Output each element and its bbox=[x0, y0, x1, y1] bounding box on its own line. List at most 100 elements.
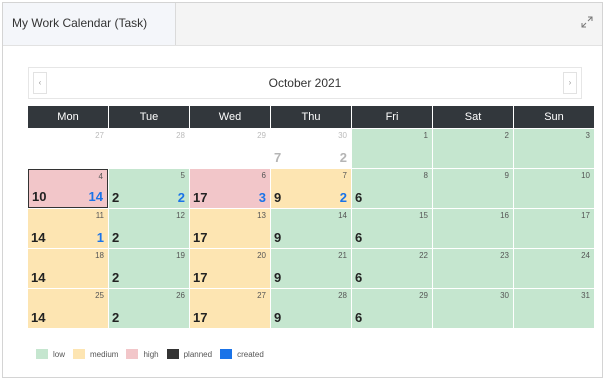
day-number: 8 bbox=[423, 171, 428, 180]
calendar-day[interactable]: 5 2 2 bbox=[109, 169, 189, 208]
legend-item: created bbox=[220, 349, 264, 359]
calendar-day[interactable]: 17 bbox=[514, 209, 594, 248]
calendar-day[interactable]: 10 bbox=[514, 169, 594, 208]
calendar-day[interactable]: 2 bbox=[433, 129, 513, 168]
calendar-day[interactable]: 15 6 bbox=[352, 209, 432, 248]
day-number: 16 bbox=[500, 211, 509, 220]
legend-swatch bbox=[166, 349, 179, 359]
calendar-day[interactable]: 21 9 bbox=[271, 249, 351, 288]
day-number: 4 bbox=[98, 172, 103, 181]
month-navigation: ‹ October 2021 › bbox=[28, 67, 582, 99]
calendar: ‹ October 2021 › Mon Tue Wed Thu Fri Sat Sun 27… bbox=[26, 67, 594, 328]
day-number: 10 bbox=[581, 171, 590, 180]
calendar-day[interactable]: 20 17 bbox=[190, 249, 270, 288]
calendar-day[interactable]: 30 7 2 bbox=[271, 129, 351, 168]
calendar-day[interactable]: 3 bbox=[514, 129, 594, 168]
legend-swatch bbox=[220, 349, 233, 359]
calendar-day[interactable]: 7 9 2 bbox=[271, 169, 351, 208]
day-number: 30 bbox=[338, 131, 347, 140]
calendar-day[interactable]: 1 bbox=[352, 129, 432, 168]
planned-count: 9 bbox=[274, 190, 282, 205]
calendar-day[interactable]: 23 bbox=[433, 249, 513, 288]
day-number: 23 bbox=[500, 251, 509, 260]
day-number: 13 bbox=[257, 211, 266, 220]
day-number: 28 bbox=[176, 131, 185, 140]
calendar-day[interactable]: 9 bbox=[433, 169, 513, 208]
planned-count: 6 bbox=[355, 190, 363, 205]
planned-count: 17 bbox=[193, 230, 208, 245]
created-count: 2 bbox=[339, 150, 347, 165]
calendar-grid: Mon Tue Wed Thu Fri Sat Sun 27 28 29 30 7 2 1 2 3 4 10 14 5… bbox=[28, 106, 594, 328]
calendar-day[interactable]: 26 2 bbox=[109, 289, 189, 328]
day-number: 18 bbox=[95, 251, 104, 260]
planned-count: 17 bbox=[193, 310, 208, 325]
widget-header: My Work Calendar (Task) bbox=[3, 3, 602, 46]
day-number: 17 bbox=[581, 211, 590, 220]
created-count: 2 bbox=[339, 190, 347, 205]
calendar-day[interactable]: 31 bbox=[514, 289, 594, 328]
calendar-day[interactable]: 14 9 bbox=[271, 209, 351, 248]
calendar-day[interactable]: 27 17 bbox=[190, 289, 270, 328]
planned-count: 9 bbox=[274, 270, 282, 285]
chevron-right-icon[interactable]: › bbox=[563, 72, 577, 94]
day-number: 2 bbox=[504, 131, 509, 140]
planned-count: 2 bbox=[112, 230, 120, 245]
calendar-day[interactable]: 30 bbox=[433, 289, 513, 328]
planned-count: 14 bbox=[31, 270, 46, 285]
calendar-day[interactable]: 19 2 bbox=[109, 249, 189, 288]
legend-label: created bbox=[237, 349, 264, 359]
weekday-header: Sat bbox=[433, 106, 513, 128]
calendar-day[interactable]: 18 14 bbox=[28, 249, 108, 288]
day-number: 7 bbox=[342, 171, 347, 180]
day-number: 11 bbox=[95, 211, 104, 220]
calendar-day[interactable]: 86 bbox=[352, 169, 432, 208]
calendar-day[interactable]: 12 2 bbox=[109, 209, 189, 248]
planned-count: 6 bbox=[355, 270, 363, 285]
weekday-header: Tue bbox=[109, 106, 189, 128]
calendar-day[interactable]: 16 bbox=[433, 209, 513, 248]
legend-label: high bbox=[143, 349, 159, 359]
day-number: 31 bbox=[581, 291, 590, 300]
planned-count: 10 bbox=[32, 189, 47, 204]
day-number: 22 bbox=[419, 251, 428, 260]
legend-swatch bbox=[73, 349, 86, 359]
created-count: 1 bbox=[96, 230, 104, 245]
calendar-day[interactable]: 28 bbox=[109, 129, 189, 168]
weekday-header: Wed bbox=[190, 106, 270, 128]
day-number: 28 bbox=[338, 291, 347, 300]
created-count: 2 bbox=[177, 190, 185, 205]
planned-count: 2 bbox=[112, 270, 120, 285]
weekday-header: Mon bbox=[28, 106, 108, 128]
calendar-day[interactable]: 29 bbox=[190, 129, 270, 168]
planned-count: 2 bbox=[112, 310, 120, 325]
legend-label: low bbox=[53, 349, 66, 359]
planned-count: 14 bbox=[31, 230, 46, 245]
calendar-day[interactable]: 28 9 bbox=[271, 289, 351, 328]
calendar-day[interactable]: 29 6 bbox=[352, 289, 432, 328]
day-number: 5 bbox=[180, 171, 185, 180]
created-count: 14 bbox=[88, 189, 103, 204]
calendar-day[interactable]: 11 14 1 bbox=[28, 209, 108, 248]
planned-count: 7 bbox=[274, 150, 282, 165]
expand-icon[interactable] bbox=[580, 15, 594, 29]
calendar-day[interactable]: 4 10 14 bbox=[28, 169, 108, 208]
calendar-day[interactable]: 13 17 bbox=[190, 209, 270, 248]
day-number: 27 bbox=[95, 131, 104, 140]
calendar-day[interactable]: 27 bbox=[28, 129, 108, 168]
created-count: 3 bbox=[258, 190, 266, 205]
legend-swatch bbox=[126, 349, 139, 359]
widget-title[interactable]: My Work Calendar (Task) bbox=[3, 3, 176, 45]
planned-count: 9 bbox=[274, 230, 282, 245]
day-number: 14 bbox=[338, 211, 347, 220]
planned-count: 6 bbox=[355, 230, 363, 245]
legend-item: high bbox=[126, 349, 159, 359]
day-number: 1 bbox=[423, 131, 428, 140]
calendar-day[interactable]: 25 14 bbox=[28, 289, 108, 328]
calendar-day[interactable]: 24 bbox=[514, 249, 594, 288]
day-number: 29 bbox=[257, 131, 266, 140]
day-number: 25 bbox=[95, 291, 104, 300]
calendar-day[interactable]: 6 17 3 bbox=[190, 169, 270, 208]
calendar-day[interactable]: 22 6 bbox=[352, 249, 432, 288]
day-number: 29 bbox=[419, 291, 428, 300]
month-title: October 2021 bbox=[268, 76, 342, 90]
